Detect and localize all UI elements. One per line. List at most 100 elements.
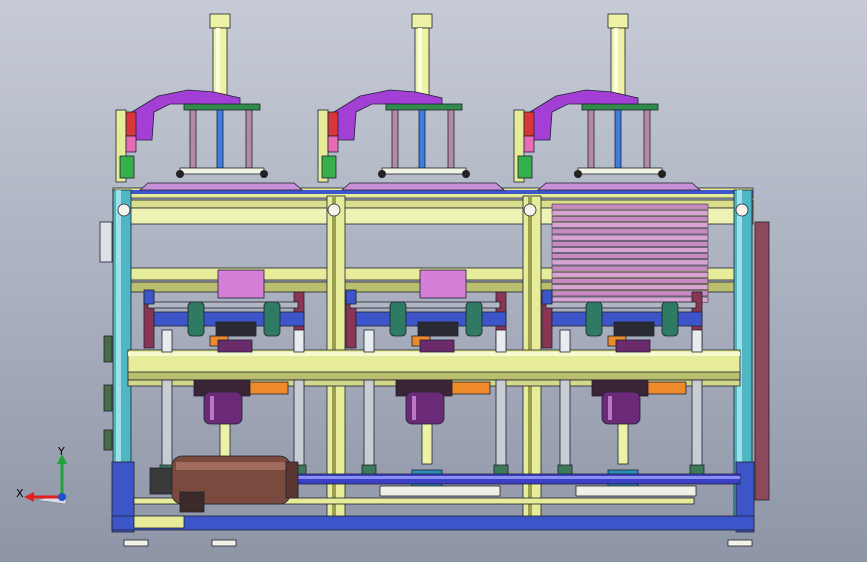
press-station-3 bbox=[513, 13, 709, 497]
guide-rod-1-1 bbox=[189, 109, 197, 169]
left-side-connector-3 bbox=[103, 429, 113, 451]
side-green-block-1 bbox=[119, 155, 135, 179]
side-pink-block-2 bbox=[327, 135, 339, 153]
clamp-arm-1 bbox=[131, 89, 241, 141]
guide-top-plate-3 bbox=[581, 103, 659, 111]
left-side-connector-2 bbox=[103, 384, 113, 412]
blue-sensor-1 bbox=[143, 289, 155, 305]
plate-knob-left-3 bbox=[574, 170, 582, 178]
cad-viewport[interactable]: X Y bbox=[0, 0, 867, 562]
column-collar-right-3 bbox=[689, 464, 705, 476]
x-axis-arrowhead bbox=[24, 492, 34, 502]
side-pink-block-1 bbox=[125, 135, 137, 153]
gear-motor-1 bbox=[203, 391, 243, 425]
cylinder-cap-3 bbox=[607, 13, 629, 29]
support-post-right-3 bbox=[691, 329, 703, 353]
left-side-connector bbox=[103, 335, 113, 363]
press-station-1 bbox=[115, 13, 307, 497]
roller-right-1 bbox=[263, 301, 281, 337]
main-motor-foot bbox=[179, 491, 205, 513]
sheet-stack bbox=[551, 203, 709, 303]
lift-shaft-2 bbox=[421, 423, 433, 465]
frame-bolt-1 bbox=[117, 203, 131, 217]
orange-bracket-1 bbox=[249, 381, 289, 395]
stacked-sheet-3 bbox=[551, 216, 709, 222]
leveling-foot-1 bbox=[123, 539, 149, 547]
blue-sensor-3 bbox=[541, 289, 553, 305]
top-tray-1 bbox=[138, 182, 304, 191]
stacked-sheet-6 bbox=[551, 234, 709, 241]
stacked-sheet-11 bbox=[551, 265, 709, 272]
top-tray-3 bbox=[536, 182, 702, 191]
stacked-sheet-7 bbox=[551, 240, 709, 247]
z-axis-dot bbox=[58, 493, 66, 501]
base-pad-2 bbox=[379, 485, 501, 497]
top-cross-beam-blue-edge bbox=[113, 190, 753, 194]
gear-motor-highlight-1 bbox=[210, 396, 214, 420]
support-post-left-2 bbox=[363, 329, 375, 353]
main-motor-end-cap bbox=[285, 461, 299, 499]
column-collar-right-2 bbox=[493, 464, 509, 476]
base-rail bbox=[111, 515, 755, 531]
base-pad-3 bbox=[575, 485, 697, 497]
roller-clamp-2 bbox=[417, 321, 459, 337]
stacked-sheet-8 bbox=[551, 247, 709, 253]
lift-shaft-3 bbox=[617, 423, 629, 465]
main-drive-shaft-highlight bbox=[280, 476, 740, 479]
side-green-block-3 bbox=[517, 155, 533, 179]
side-red-block-1 bbox=[125, 111, 137, 137]
plate-knob-right-1 bbox=[260, 170, 268, 178]
leveling-foot-2 bbox=[211, 539, 237, 547]
cylinder-body-highlight-3 bbox=[614, 28, 618, 96]
lower-drive-assembly bbox=[111, 455, 755, 547]
clamp-arm-2 bbox=[333, 89, 443, 141]
column-collar-left-2 bbox=[361, 464, 377, 476]
gear-motor-highlight-3 bbox=[608, 396, 612, 420]
top-tray-2 bbox=[340, 182, 506, 191]
left-side-bracket bbox=[99, 221, 113, 263]
plate-knob-right-2 bbox=[462, 170, 470, 178]
stacked-sheet-5 bbox=[551, 228, 709, 235]
main-motor-highlight bbox=[176, 462, 286, 470]
stacked-sheet-12 bbox=[551, 271, 709, 278]
column-collar-left-3 bbox=[557, 464, 573, 476]
side-green-block-2 bbox=[321, 155, 337, 179]
stacked-sheet-15 bbox=[551, 290, 709, 297]
stacked-sheet-9 bbox=[551, 253, 709, 260]
guide-bottom-plate-1 bbox=[179, 167, 265, 175]
roller-clamp-1 bbox=[215, 321, 257, 337]
pink-fixture-block-1 bbox=[217, 269, 265, 299]
guide-bottom-plate-2 bbox=[381, 167, 467, 175]
roller-left-3 bbox=[585, 301, 603, 337]
cylinder-body-highlight-2 bbox=[418, 28, 422, 96]
leveling-foot-3 bbox=[727, 539, 753, 547]
roller-left-1 bbox=[187, 301, 205, 337]
gear-motor-highlight-2 bbox=[412, 396, 416, 420]
machine-assembly-drawing: X Y bbox=[16, 13, 770, 547]
x-axis-label: X bbox=[16, 487, 24, 500]
clamp-arm-3 bbox=[529, 89, 639, 141]
stacked-sheet-16 bbox=[551, 296, 709, 303]
gear-motor-2 bbox=[405, 391, 445, 425]
stacked-sheet-4 bbox=[551, 222, 709, 229]
guide-top-plate-1 bbox=[183, 103, 261, 111]
support-post-left-3 bbox=[559, 329, 571, 353]
roller-right-3 bbox=[661, 301, 679, 337]
side-red-block-3 bbox=[523, 111, 535, 137]
stacked-sheet-13 bbox=[551, 278, 709, 284]
support-post-left-1 bbox=[161, 329, 173, 353]
plate-knob-left-2 bbox=[378, 170, 386, 178]
plate-knob-right-3 bbox=[658, 170, 666, 178]
gear-motor-3 bbox=[601, 391, 641, 425]
frame-bolt-2 bbox=[327, 203, 341, 217]
guide-top-plate-2 bbox=[385, 103, 463, 111]
orange-bracket-3 bbox=[647, 381, 687, 395]
guide-rod-2-1 bbox=[391, 109, 399, 169]
press-station-2 bbox=[317, 13, 509, 497]
cylinder-cap-1 bbox=[209, 13, 231, 29]
roller-clamp-3 bbox=[613, 321, 655, 337]
plate-knob-left-1 bbox=[176, 170, 184, 178]
support-post-right-2 bbox=[495, 329, 507, 353]
stacked-sheet-1 bbox=[551, 203, 709, 210]
stacked-sheet-14 bbox=[551, 284, 709, 291]
